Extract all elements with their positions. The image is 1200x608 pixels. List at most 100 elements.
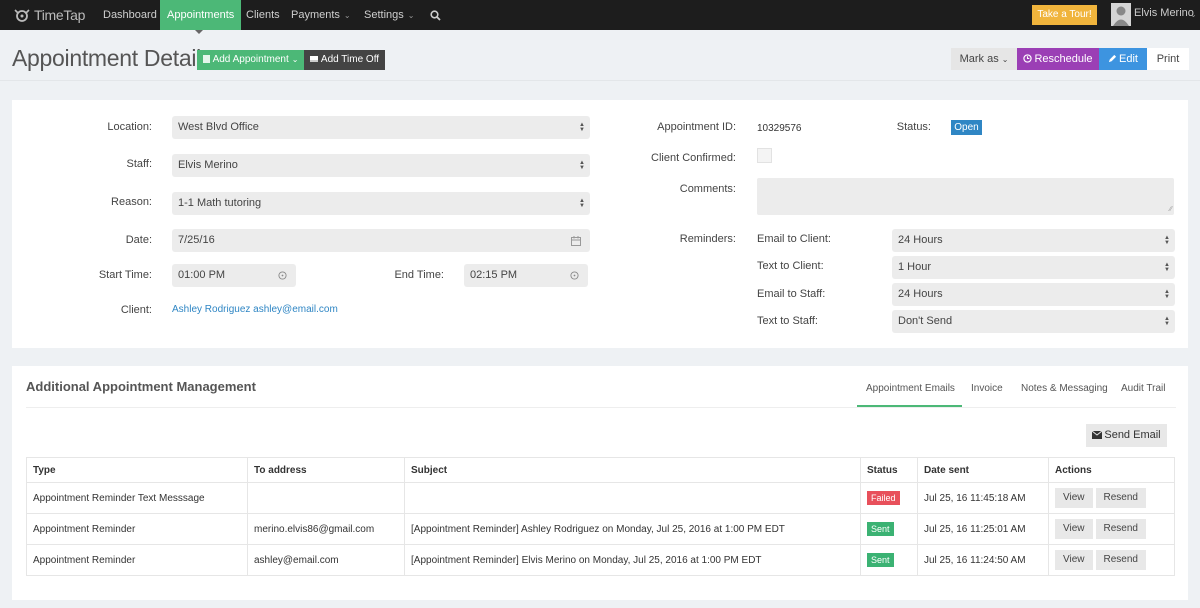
- resend-button[interactable]: Resend: [1095, 519, 1146, 539]
- cell-to-address: ashley@email.com: [247, 544, 405, 576]
- client-confirmed-checkbox[interactable]: [757, 148, 772, 163]
- nav-search[interactable]: [422, 0, 449, 30]
- edit-label: Edit: [1119, 53, 1138, 65]
- emails-table: Type To address Subject Status Date sent…: [26, 457, 1175, 576]
- column-header-actions: Actions: [1048, 457, 1175, 483]
- reminder-text-staff-value: Don't Send: [898, 315, 953, 327]
- cell-date-sent: Jul 25, 16 11:45:18 AM: [917, 482, 1049, 514]
- add-time-off-button[interactable]: Add Time Off: [304, 50, 385, 70]
- user-name[interactable]: Elvis Merino: [1134, 0, 1194, 28]
- calendar-book-icon: [202, 55, 210, 63]
- appointment-id-value: 10329576: [757, 123, 802, 134]
- cell-to-address: [247, 482, 405, 514]
- end-time-label: End Time:: [394, 269, 444, 281]
- clock-icon: [1023, 54, 1033, 63]
- top-navbar: TimeTap Dashboard Appointments Clients P…: [0, 0, 1200, 30]
- client-link[interactable]: Ashley Rodriguez ashley@email.com: [172, 304, 338, 315]
- location-select[interactable]: West Blvd Office ▲ ▼: [172, 116, 590, 139]
- nav-clients[interactable]: Clients: [238, 0, 288, 30]
- location-label: Location:: [107, 121, 152, 133]
- edit-button[interactable]: Edit: [1099, 48, 1147, 70]
- logo-text: TimeTap: [34, 7, 86, 23]
- coffee-icon: [309, 56, 318, 62]
- pencil-icon: [1108, 54, 1117, 63]
- select-arrows-icon: ▲ ▼: [579, 121, 585, 133]
- cell-status: Failed: [860, 482, 918, 514]
- comments-textarea[interactable]: ∕∕: [757, 178, 1174, 215]
- send-email-label: Send Email: [1104, 429, 1161, 441]
- chevron-down-icon: ⌄: [407, 11, 415, 20]
- cell-type: Appointment Reminder Text Messsage: [26, 482, 248, 514]
- view-button[interactable]: View: [1055, 550, 1093, 570]
- staff-label: Staff:: [126, 158, 152, 170]
- nav-clients-label: Clients: [246, 9, 280, 21]
- nav-appointments[interactable]: Appointments: [160, 0, 242, 30]
- reminder-email-staff-label: Email to Staff:: [757, 288, 826, 300]
- tab-notes-messaging[interactable]: Notes & Messaging: [1021, 383, 1108, 394]
- nav-settings[interactable]: Settings ⌄: [356, 0, 422, 30]
- status-label: Status:: [896, 121, 931, 133]
- column-header-date-sent[interactable]: Date sent: [917, 457, 1049, 483]
- start-time-input[interactable]: 01:00 PM: [172, 264, 296, 287]
- mark-as-dropdown[interactable]: Mark as ⌄: [951, 48, 1017, 70]
- location-value: West Blvd Office: [178, 121, 259, 133]
- resend-button[interactable]: Resend: [1095, 550, 1146, 570]
- comments-label: Comments:: [679, 183, 736, 195]
- take-a-tour-button[interactable]: Take a Tour!: [1032, 5, 1097, 25]
- column-header-subject[interactable]: Subject: [404, 457, 861, 483]
- reschedule-label: Reschedule: [1034, 53, 1093, 65]
- staff-select[interactable]: Elvis Merino ▲ ▼: [172, 154, 590, 177]
- chevron-down-icon: ⌄: [1001, 55, 1009, 64]
- view-button[interactable]: View: [1055, 488, 1093, 508]
- user-avatar[interactable]: [1111, 3, 1131, 26]
- column-header-status[interactable]: Status: [860, 457, 918, 483]
- reminder-email-staff-select[interactable]: 24 Hours ▲ ▼: [892, 283, 1175, 306]
- add-time-off-label: Add Time Off: [320, 54, 380, 65]
- reason-select[interactable]: 1-1 Math tutoring ▲ ▼: [172, 192, 590, 215]
- select-arrows-icon: ▲ ▼: [1164, 234, 1170, 246]
- resize-handle-icon[interactable]: ∕∕: [1170, 206, 1172, 213]
- start-time-value: 01:00 PM: [178, 269, 226, 281]
- reschedule-button[interactable]: Reschedule: [1017, 48, 1099, 70]
- reminder-text-staff-select[interactable]: Don't Send ▲ ▼: [892, 310, 1175, 333]
- header-divider: [0, 80, 1200, 81]
- view-button[interactable]: View: [1055, 519, 1093, 539]
- nav-dashboard[interactable]: Dashboard: [95, 0, 165, 30]
- appointment-id-label: Appointment ID:: [657, 121, 736, 133]
- page-title: Appointment Detail: [12, 45, 201, 71]
- reminder-email-client-select[interactable]: 24 Hours ▲ ▼: [892, 229, 1175, 252]
- mark-as-label: Mark as: [959, 53, 999, 65]
- cell-subject: [Appointment Reminder] Elvis Merino on M…: [404, 544, 861, 576]
- timetap-logo[interactable]: TimeTap: [12, 5, 85, 25]
- nav-settings-label: Settings: [364, 9, 404, 21]
- cell-subject: [Appointment Reminder] Ashley Rodriguez …: [404, 513, 861, 545]
- nav-payments[interactable]: Payments ⌄: [283, 0, 359, 30]
- status-badge: Open: [951, 120, 982, 135]
- cell-subject: [404, 482, 861, 514]
- table-header-row: Type To address Subject Status Date sent…: [26, 457, 1175, 483]
- tab-audit-trail[interactable]: Audit Trail: [1121, 383, 1165, 394]
- resend-button[interactable]: Resend: [1095, 488, 1146, 508]
- end-time-input[interactable]: 02:15 PM: [464, 264, 588, 287]
- client-label: Client:: [120, 304, 152, 316]
- cell-type: Appointment Reminder: [26, 544, 248, 576]
- table-row: Appointment Reminder merino.elvis86@gmai…: [26, 513, 1175, 545]
- end-time-value: 02:15 PM: [470, 269, 518, 281]
- date-label: Date:: [125, 234, 152, 246]
- cell-type: Appointment Reminder: [26, 513, 248, 545]
- calendar-icon: [571, 236, 581, 246]
- add-appointment-button[interactable]: Add Appointment ⌄: [197, 50, 304, 70]
- column-header-type[interactable]: Type: [26, 457, 248, 483]
- tab-invoice[interactable]: Invoice: [971, 383, 1003, 394]
- tab-appointment-emails[interactable]: Appointment Emails: [866, 383, 955, 394]
- user-menu-chevron-icon[interactable]: ⌄: [1190, 10, 1197, 19]
- date-input[interactable]: 7/25/16: [172, 229, 590, 252]
- print-button[interactable]: Print: [1147, 48, 1189, 70]
- column-header-to-address[interactable]: To address: [247, 457, 405, 483]
- cell-date-sent: Jul 25, 16 11:24:50 AM: [917, 544, 1049, 576]
- status-badge: Sent: [867, 553, 894, 567]
- reminder-text-client-select[interactable]: 1 Hour ▲ ▼: [892, 256, 1175, 279]
- send-email-button[interactable]: Send Email: [1086, 424, 1167, 447]
- table-row: Appointment Reminder Text Messsage Faile…: [26, 482, 1175, 514]
- nav-appointments-label: Appointments: [167, 9, 235, 21]
